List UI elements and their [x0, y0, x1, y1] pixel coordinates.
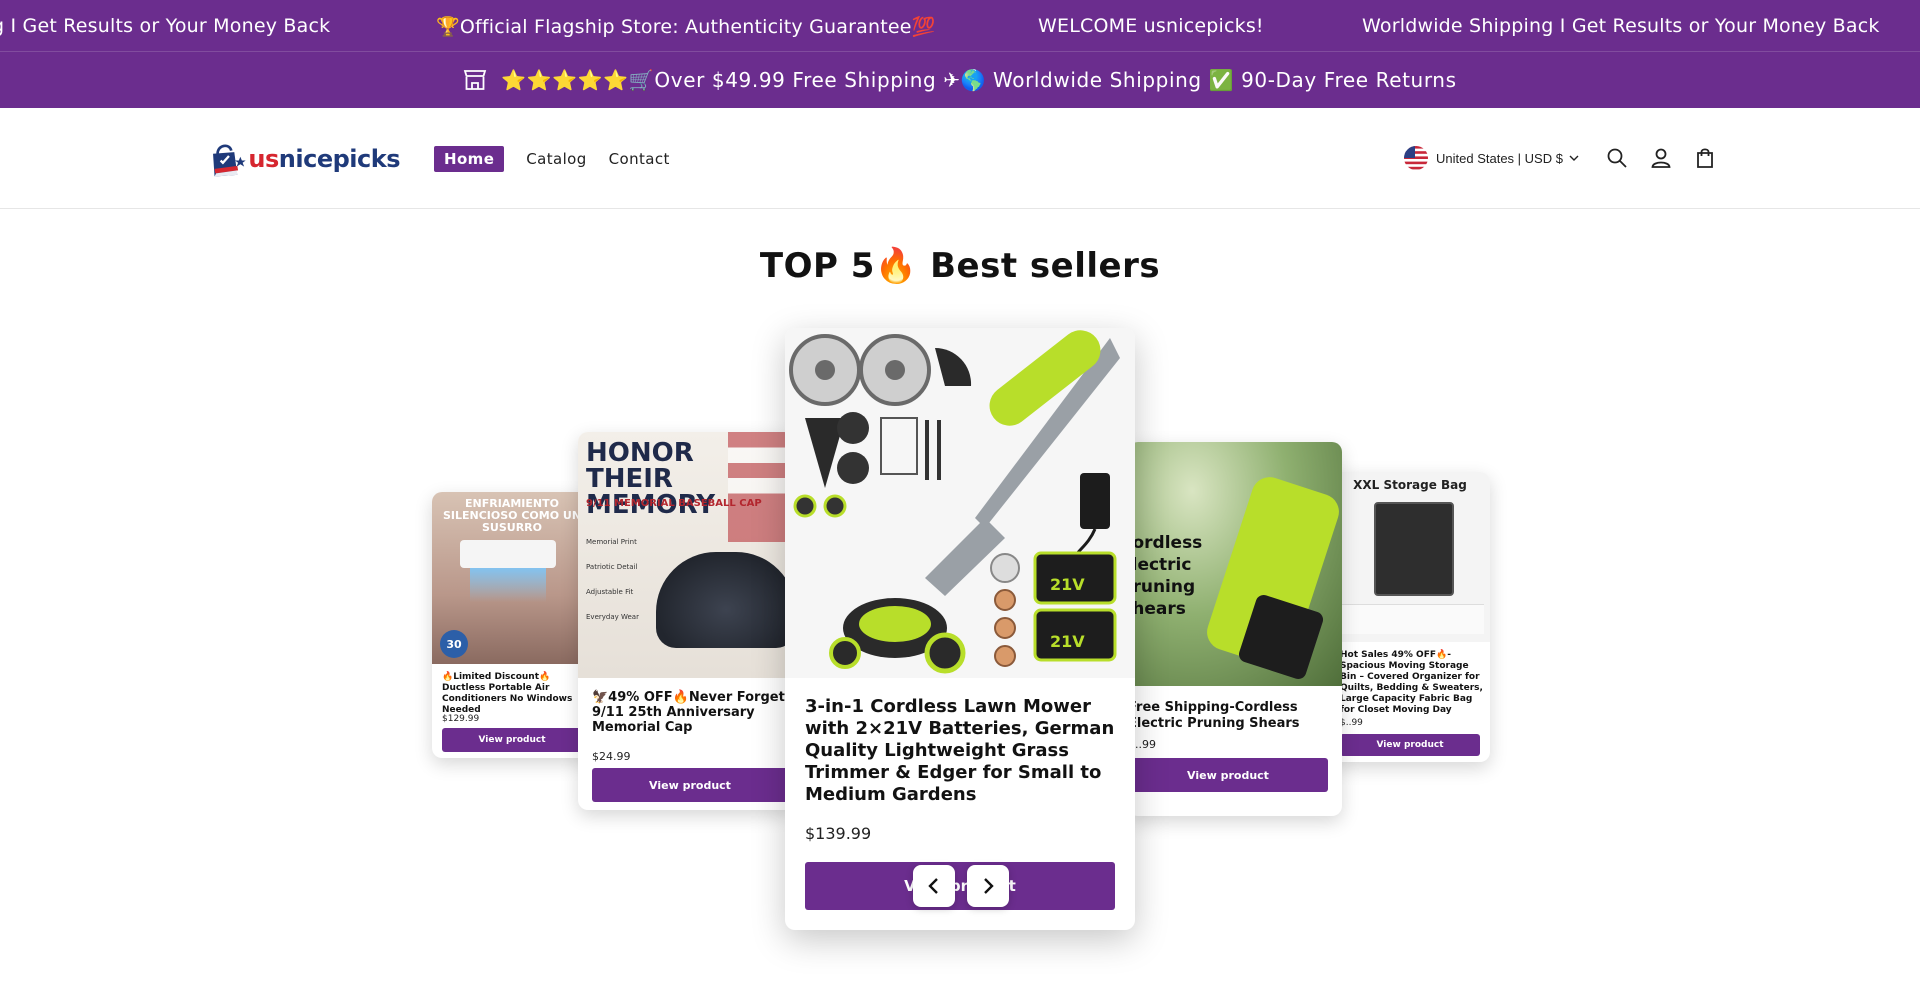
nav-catalog[interactable]: Catalog: [526, 150, 586, 168]
product-price: $129.99: [442, 714, 480, 724]
battery-label: 21V: [1050, 575, 1085, 594]
product-price: $24.99: [592, 750, 631, 763]
days-badge: 30: [440, 630, 468, 658]
image-caption: ENFRIAMIENTO SILENCIOSO COMO UN SUSURRO: [442, 497, 582, 534]
announcement-text: 🏆Official Flagship Store: Authenticity G…: [436, 16, 936, 38]
cart-icon[interactable]: [1693, 146, 1717, 170]
shipping-banner-text: ⭐⭐⭐⭐⭐🛒Over $49.99 Free Shipping ✈🌎 World…: [501, 68, 1457, 92]
spec-strip-graphic: [1336, 604, 1484, 634]
announcement-text: g I Get Results or Your Money Back: [0, 15, 331, 37]
nav-home[interactable]: Home: [434, 146, 505, 172]
view-product-button[interactable]: View product: [1128, 758, 1328, 792]
section-title: TOP 5🔥 Best sellers: [759, 246, 1161, 286]
chevron-right-icon: [984, 878, 994, 894]
product-image[interactable]: ENFRIAMIENTO SILENCIOSO COMO UN SUSURRO …: [432, 492, 592, 664]
shipping-banner: ⭐⭐⭐⭐⭐🛒Over $49.99 Free Shipping ✈🌎 World…: [0, 52, 1920, 108]
storage-bag-graphic: [1374, 502, 1454, 596]
product-title[interactable]: 🔥Limited Discount🔥Ductless Portable Air …: [442, 672, 588, 716]
image-caption: XXL Storage Bag: [1353, 478, 1467, 492]
account-icon[interactable]: [1649, 146, 1673, 170]
product-card[interactable]: XXL Storage Bag Hot Sales 49% OFF🔥- Spac…: [1330, 472, 1490, 762]
product-image[interactable]: HONOR THEIR MEMORY 9/11 MEMORIAL BASEBAL…: [578, 432, 794, 678]
product-image[interactable]: 21V 21V: [785, 328, 1135, 678]
shopping-bag-logo-icon: [213, 144, 246, 177]
main-nav: Home Catalog Contact: [434, 146, 692, 172]
announcement-bar: g I Get Results or Your Money Back 🏆Offi…: [0, 0, 1920, 52]
view-product-button[interactable]: View product: [592, 768, 788, 802]
announcement-text: WELCOME usnicepicks!: [1038, 15, 1264, 37]
view-product-button[interactable]: View product: [805, 862, 1115, 910]
view-product-button[interactable]: View product: [442, 728, 582, 752]
product-carousel: ENFRIAMIENTO SILENCIOSO COMO UN SUSURRO …: [0, 320, 1920, 960]
product-card[interactable]: ENFRIAMIENTO SILENCIOSO COMO UN SUSURRO …: [432, 492, 592, 758]
nav-contact[interactable]: Contact: [609, 150, 670, 168]
chevron-left-icon: [928, 878, 938, 894]
battery-label: 21V: [1050, 632, 1085, 651]
store-icon: [464, 70, 487, 90]
product-title[interactable]: Free Shipping-Cordless Electric Pruning …: [1128, 700, 1328, 732]
product-title[interactable]: 🦅49% OFF🔥Never Forget 9/11 25th Annivers…: [592, 690, 788, 735]
carousel-next-button[interactable]: [967, 865, 1009, 907]
product-price: $139.99: [805, 824, 872, 843]
chevron-down-icon[interactable]: [1569, 153, 1579, 163]
us-flag-icon[interactable]: [1404, 146, 1428, 170]
country-selector[interactable]: United States | USD $: [1436, 151, 1563, 166]
cap-graphic: [656, 552, 794, 648]
logo-wordmark: usnicepicks: [248, 145, 400, 173]
site-logo[interactable]: usnicepicks: [210, 134, 401, 184]
site-header: usnicepicks Home Catalog Contact United …: [0, 108, 1920, 209]
view-product-button[interactable]: View product: [1340, 734, 1480, 756]
carousel-prev-button[interactable]: [913, 865, 955, 907]
cool-air-graphic: [470, 568, 546, 602]
product-card[interactable]: HONOR THEIR MEMORY 9/11 MEMORIAL BASEBAL…: [578, 432, 794, 810]
product-title[interactable]: 3-in-1 Cordless Lawn Mower with 2×21V Ba…: [805, 696, 1125, 806]
product-card[interactable]: Cordless Electric Pruning Shears Free Sh…: [1128, 442, 1342, 816]
product-price: $..99: [1340, 718, 1363, 728]
lawn-mower-graphic: 21V 21V: [789, 330, 1120, 674]
search-icon[interactable]: [1605, 146, 1629, 170]
product-card-featured[interactable]: 21V 21V 3-in-1 Cordless Lawn Mower with …: [785, 328, 1135, 930]
product-image[interactable]: XXL Storage Bag: [1330, 472, 1490, 642]
product-title[interactable]: Hot Sales 49% OFF🔥- Spacious Moving Stor…: [1340, 650, 1486, 716]
header-actions: United States | USD $: [1404, 146, 1737, 170]
feature-list: Memorial Print Patriotic Detail Adjustab…: [586, 538, 639, 621]
ac-unit-graphic: [460, 540, 556, 568]
announcement-text: Worldwide Shipping I Get Results or Your…: [1362, 15, 1880, 37]
product-image[interactable]: Cordless Electric Pruning Shears: [1128, 442, 1342, 686]
